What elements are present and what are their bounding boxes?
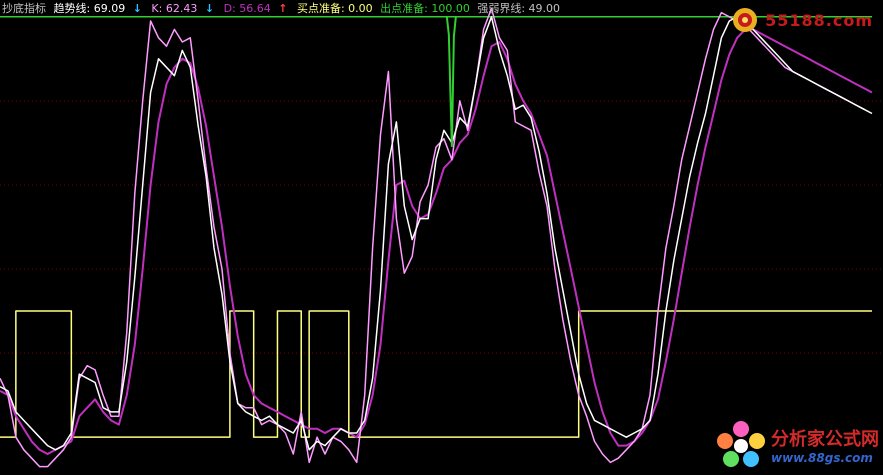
series-line-trend [0, 16, 873, 451]
legend-indicator-name: 抄底指标 [2, 2, 46, 15]
watermark-bottom: 分析家公式网 www.88gs.com [715, 419, 879, 471]
arrow-down-icon: ↓ [204, 2, 215, 15]
legend-sell: 出点准备: 100.00 [380, 2, 470, 15]
legend-trend: 趋势线: 69.09 [53, 2, 126, 15]
watermark-top: 55188.com [731, 6, 873, 34]
legend-d: D: 56.64 [223, 2, 271, 15]
legend-buy: 买点准备: 0.00 [296, 2, 373, 15]
legend-k: K: 62.43 [151, 2, 198, 15]
watermark-top-text: 55188.com [765, 10, 873, 30]
watermark-bottom-url: www.88gs.com [771, 451, 873, 465]
circle-logo-icon [733, 8, 758, 32]
chart-canvas [0, 7, 883, 468]
series-line-k [0, 7, 865, 468]
series-line-d [0, 28, 873, 455]
arrow-down-icon: ↓ [132, 2, 142, 15]
series-layer [0, 7, 873, 468]
sell-signal-spike [445, 16, 457, 147]
chart-legend: 抄底指标 趋势线: 69.09 ↓ K: 62.43 ↓ D: 56.64 ↑ … [2, 0, 564, 18]
arrow-up-icon: ↑ [278, 2, 288, 15]
watermark-bottom-title: 分析家公式网 [771, 429, 879, 450]
flower-logo-icon [717, 421, 765, 467]
legend-strength: 强弱界线: 49.00 [477, 2, 561, 15]
